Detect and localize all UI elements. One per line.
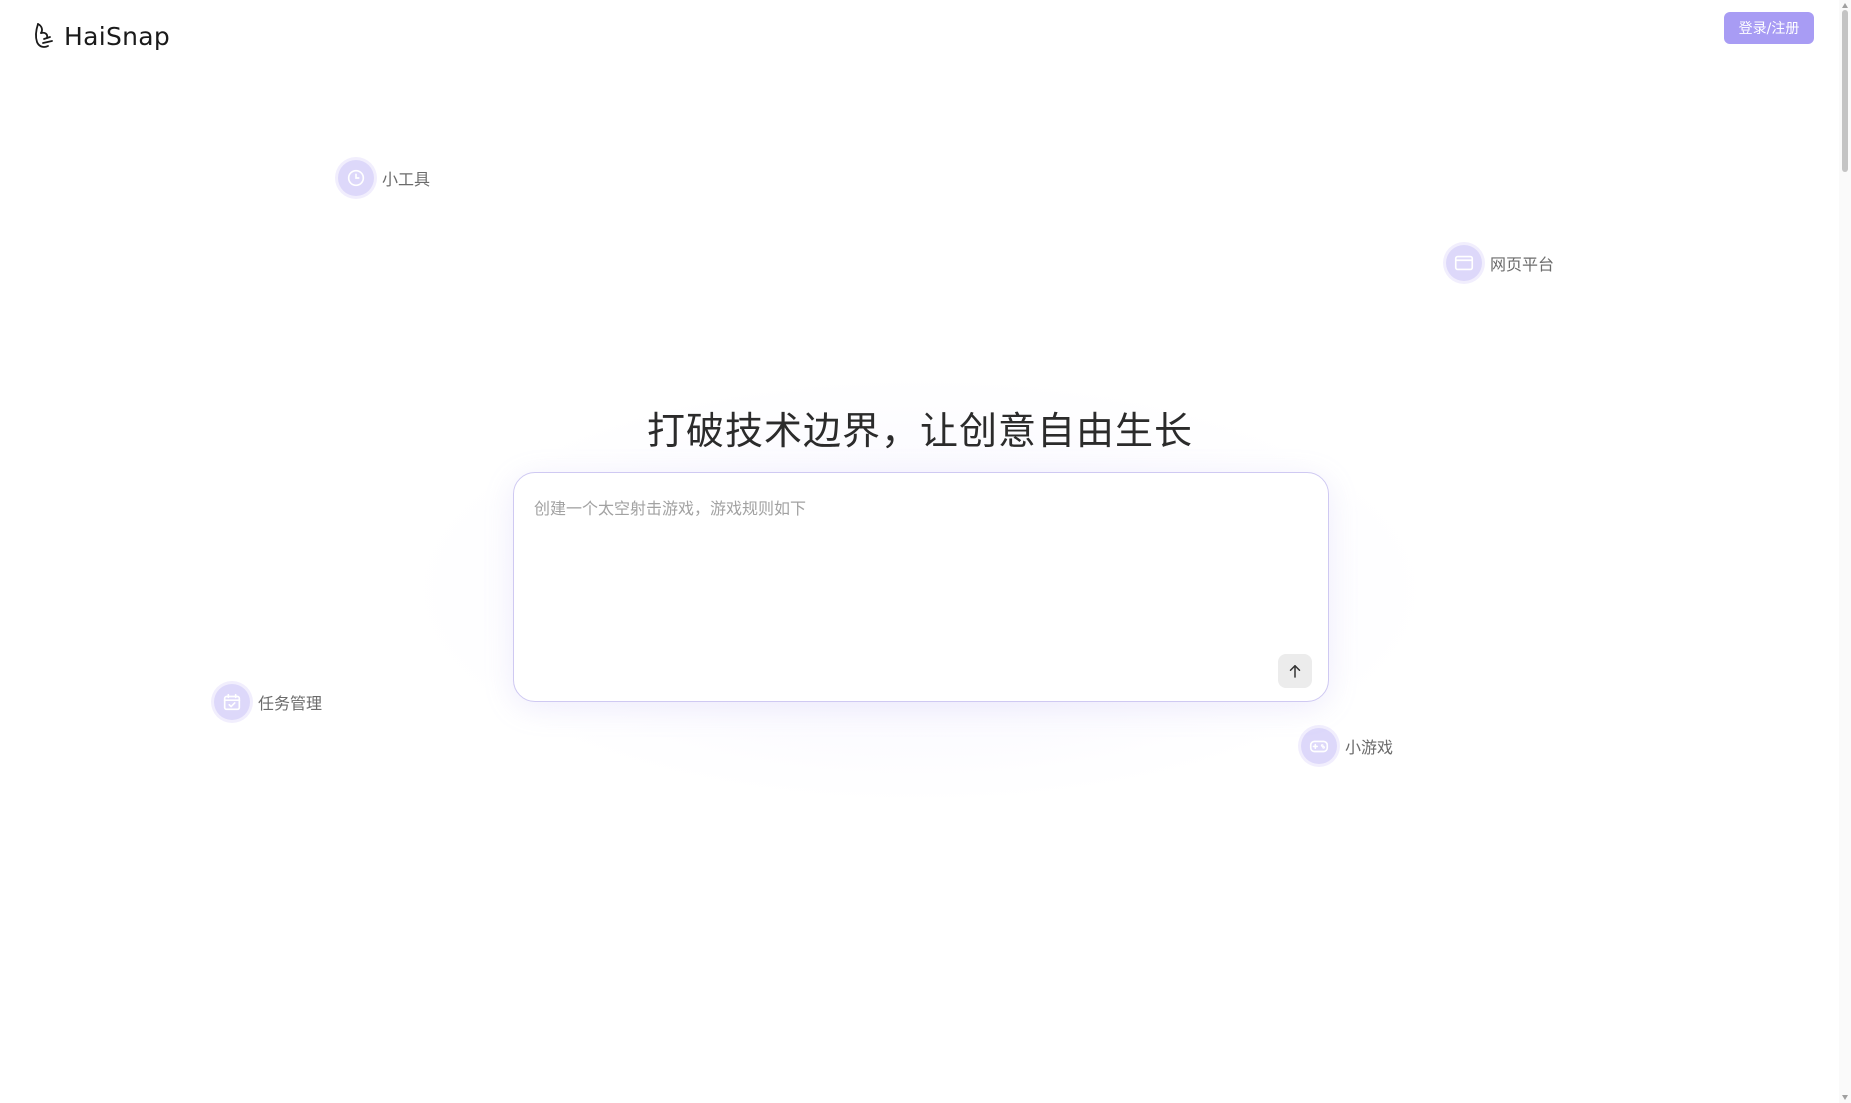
logo-icon [35, 23, 53, 48]
page-scrollbar[interactable] [1839, 0, 1851, 1103]
calendar-check-icon [223, 693, 241, 711]
tag-tools-label: 小工具 [382, 170, 431, 189]
tag-mini-games[interactable]: 小游戏 [1301, 728, 1393, 764]
prompt-input[interactable] [534, 495, 1304, 645]
tag-task-management[interactable]: 任务管理 [214, 684, 322, 720]
gamepad-icon [1309, 740, 1329, 753]
tag-task-management-label: 任务管理 [258, 694, 323, 713]
tag-mini-games-label: 小游戏 [1345, 738, 1394, 757]
tag-web-platform[interactable]: 网页平台 [1446, 245, 1554, 281]
tag-tools[interactable]: 小工具 [338, 160, 430, 196]
scroll-down-arrow-icon[interactable] [1842, 1095, 1848, 1100]
prompt-box [513, 472, 1329, 702]
login-register-button[interactable]: 登录/注册 [1724, 12, 1814, 44]
brand-logo[interactable]: HaiSnap [32, 20, 170, 52]
hero-headline: 打破技术边界，让创意自由生长 [646, 409, 1193, 453]
arrow-up-icon [1289, 665, 1301, 678]
clock-icon [347, 169, 365, 187]
tag-web-platform-label: 网页平台 [1490, 255, 1555, 274]
scroll-thumb[interactable] [1842, 10, 1848, 172]
page: HaiSnap 登录/注册 小工具 网页平台 任务管理 小游戏 打破技术边界，让… [0, 0, 1851, 1103]
browser-window-icon [1454, 255, 1474, 271]
scroll-up-arrow-icon[interactable] [1842, 3, 1848, 8]
brand-name: HaiSnap [64, 21, 171, 51]
send-button[interactable] [1278, 654, 1312, 688]
